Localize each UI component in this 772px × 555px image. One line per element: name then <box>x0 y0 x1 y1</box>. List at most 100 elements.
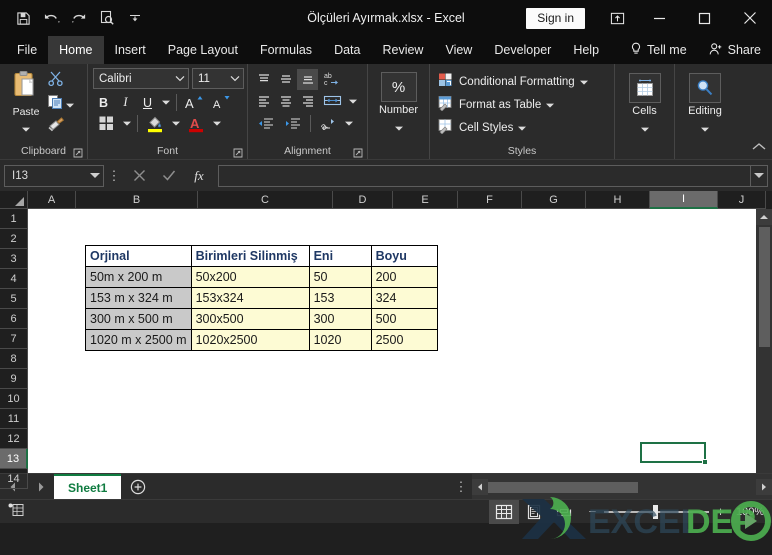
table-cell[interactable]: 300 <box>308 308 372 330</box>
scroll-right-icon[interactable] <box>756 478 772 495</box>
shrink-font-button[interactable]: A <box>208 92 234 113</box>
tab-review[interactable]: Review <box>371 36 434 64</box>
column-header-f[interactable]: F <box>458 191 522 209</box>
chevron-down-icon[interactable] <box>169 113 182 134</box>
column-header-g[interactable]: G <box>522 191 586 209</box>
clipboard-dialog-launcher-icon[interactable] <box>73 148 83 158</box>
chevron-down-icon[interactable] <box>701 119 709 132</box>
format-painter-button[interactable] <box>47 117 74 137</box>
tab-insert[interactable]: Insert <box>104 36 157 64</box>
underline-button[interactable]: U <box>137 92 158 113</box>
row-header-13[interactable]: 13 <box>0 449 28 469</box>
column-header-h[interactable]: H <box>586 191 650 209</box>
table-header-cell[interactable]: Birimleri Silinmiş <box>190 245 310 267</box>
horizontal-scroll-grip[interactable]: ⋮ <box>450 474 472 499</box>
chevron-down-icon[interactable] <box>66 95 74 113</box>
column-header-a[interactable]: A <box>28 191 76 209</box>
column-header-i[interactable]: I <box>650 191 718 209</box>
chevron-down-icon[interactable] <box>342 113 355 134</box>
tab-help[interactable]: Help <box>562 36 610 64</box>
redo-icon[interactable] <box>66 6 92 30</box>
cut-button[interactable] <box>47 71 74 91</box>
table-header-cell[interactable]: Orjinal <box>85 245 192 267</box>
minimize-icon[interactable] <box>637 0 682 36</box>
chevron-down-icon[interactable] <box>230 73 240 85</box>
align-middle-button[interactable] <box>275 69 296 90</box>
formula-input[interactable] <box>218 164 750 187</box>
next-sheet-icon[interactable] <box>32 482 50 492</box>
align-left-button[interactable] <box>253 91 274 112</box>
font-color-button[interactable]: A <box>183 113 209 134</box>
table-cell[interactable]: 300 m x 500 m <box>85 308 192 330</box>
row-header-3[interactable]: 3 <box>0 249 28 269</box>
table-cell[interactable]: 153x324 <box>190 287 310 309</box>
tab-formulas[interactable]: Formulas <box>249 36 323 64</box>
table-cell[interactable]: 1020 <box>308 329 372 351</box>
chevron-down-icon[interactable] <box>159 92 172 113</box>
sign-in-button[interactable]: Sign in <box>526 7 585 29</box>
font-size-input[interactable]: 11 <box>192 68 244 89</box>
insert-function-icon[interactable]: fx <box>184 165 214 187</box>
format-as-table-button[interactable]: Format as Table <box>435 94 591 115</box>
align-center-button[interactable] <box>275 91 296 112</box>
select-all-button[interactable] <box>0 191 28 209</box>
bold-button[interactable]: B <box>93 92 114 113</box>
column-header-b[interactable]: B <box>76 191 198 209</box>
workbook-statistics-icon[interactable] <box>8 503 24 520</box>
column-header-e[interactable]: E <box>393 191 458 209</box>
editing-button[interactable]: Editing <box>680 68 730 132</box>
number-format-button[interactable]: % Number <box>373 68 424 131</box>
row-header-4[interactable]: 4 <box>0 269 28 289</box>
chevron-down-icon[interactable] <box>546 99 555 111</box>
table-header-cell[interactable]: Boyu <box>370 245 438 267</box>
scroll-up-icon[interactable] <box>756 209 772 225</box>
page-layout-view-icon[interactable] <box>519 500 549 524</box>
chevron-down-icon[interactable] <box>579 76 588 88</box>
table-cell[interactable]: 300x500 <box>190 308 310 330</box>
row-header-9[interactable]: 9 <box>0 369 28 389</box>
tab-page-layout[interactable]: Page Layout <box>157 36 249 64</box>
cell-styles-button[interactable]: Cell Styles <box>435 117 591 138</box>
sheet-tab-sheet1[interactable]: Sheet1 <box>54 474 122 499</box>
row-header-1[interactable]: 1 <box>0 209 28 229</box>
column-header-d[interactable]: D <box>333 191 393 209</box>
table-cell[interactable]: 50m x 200 m <box>85 266 192 288</box>
font-dialog-launcher-icon[interactable] <box>233 148 243 158</box>
row-header-5[interactable]: 5 <box>0 289 28 309</box>
tab-file[interactable]: File <box>6 36 48 64</box>
scroll-left-icon[interactable] <box>472 478 488 495</box>
copy-button[interactable] <box>47 94 74 114</box>
maximize-icon[interactable] <box>682 0 727 36</box>
borders-button[interactable] <box>93 113 119 134</box>
collapse-ribbon-icon[interactable] <box>752 138 766 156</box>
zoom-in-button[interactable]: + <box>715 504 726 519</box>
row-header-10[interactable]: 10 <box>0 389 28 409</box>
close-icon[interactable] <box>727 0 772 36</box>
print-preview-icon[interactable] <box>94 6 120 30</box>
tab-view[interactable]: View <box>434 36 483 64</box>
align-top-button[interactable] <box>253 69 274 90</box>
chevron-down-icon[interactable] <box>210 113 223 134</box>
expand-formula-bar-icon[interactable] <box>750 164 768 187</box>
row-header-14[interactable]: 14 <box>0 469 28 489</box>
row-header-8[interactable]: 8 <box>0 349 28 369</box>
align-right-button[interactable] <box>297 91 318 112</box>
chevron-down-icon[interactable] <box>394 118 403 131</box>
column-header-j[interactable]: J <box>718 191 766 209</box>
table-cell[interactable]: 2500 <box>370 329 438 351</box>
row-header-12[interactable]: 12 <box>0 429 28 449</box>
active-cell-selection[interactable] <box>640 442 708 465</box>
normal-view-icon[interactable] <box>489 499 519 524</box>
table-cell[interactable]: 200 <box>370 266 438 288</box>
font-name-input[interactable]: Calibri <box>93 68 189 89</box>
table-header-cell[interactable]: Eni <box>308 245 372 267</box>
horizontal-scrollbar[interactable] <box>472 474 772 499</box>
table-cell[interactable]: 153 m x 324 m <box>85 287 192 309</box>
page-break-preview-icon[interactable] <box>549 500 579 524</box>
tab-developer[interactable]: Developer <box>483 36 562 64</box>
fill-color-button[interactable] <box>142 113 168 134</box>
sheet-surface[interactable]: Orjinal Birimleri Silinmiş Eni Boyu 50m … <box>28 209 756 473</box>
zoom-out-button[interactable]: − <box>587 504 598 519</box>
alignment-dialog-launcher-icon[interactable] <box>353 148 363 158</box>
conditional-formatting-button[interactable]: Conditional Formatting <box>435 71 591 92</box>
